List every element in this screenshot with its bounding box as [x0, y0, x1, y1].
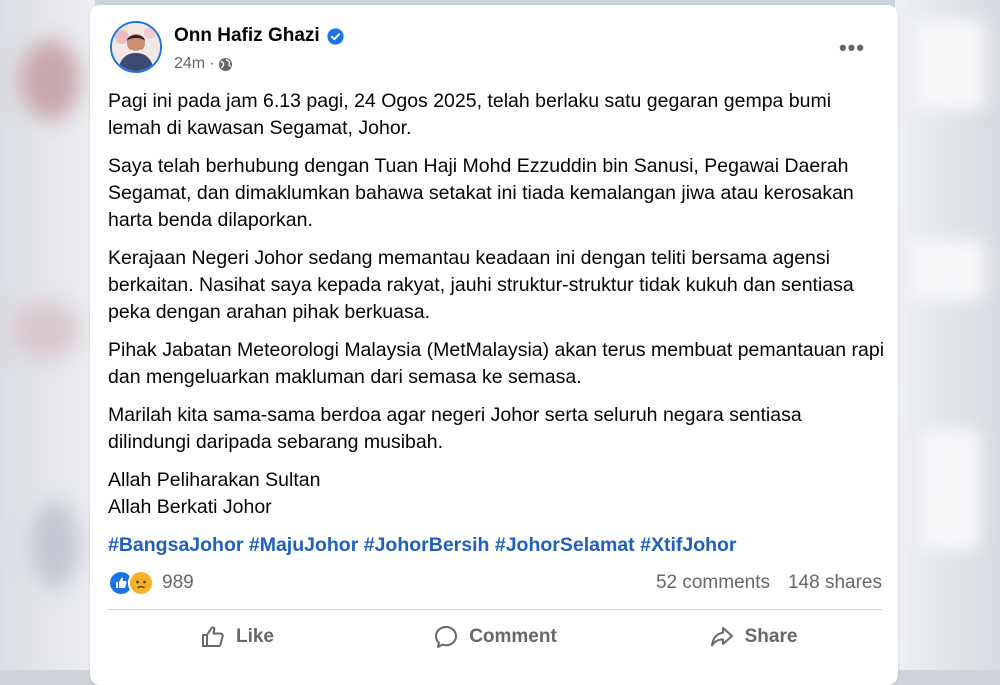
post-header: Onn Hafiz Ghazi 24m · •••	[110, 19, 878, 79]
post-actions: Like Comment Share	[108, 615, 882, 659]
comments-count-link[interactable]: 52 comments	[656, 572, 770, 594]
post-paragraph: Saya telah berhubung dengan Tuan Haji Mo…	[108, 155, 854, 231]
hashtag-link[interactable]: #MajuJohor	[249, 534, 358, 556]
comment-share-counts: 52 comments 148 shares	[656, 572, 882, 594]
more-options-button[interactable]: •••	[832, 33, 872, 63]
post-paragraph: Pihak Jabatan Meteorologi Malaysia (MetM…	[108, 339, 885, 388]
comment-button[interactable]: Comment	[375, 617, 615, 657]
closing-line: Allah Berkati Johor	[108, 496, 272, 518]
background-smudge	[920, 430, 980, 550]
verified-badge-icon	[327, 27, 344, 45]
post-timestamp[interactable]: 24m	[174, 55, 205, 73]
share-arrow-icon	[709, 624, 735, 650]
closing-line: Allah Peliharakan Sultan	[108, 469, 321, 491]
more-options-icon: •••	[838, 35, 866, 60]
hashtag-link[interactable]: #JohorBersih	[364, 534, 490, 556]
background-smudge	[30, 500, 80, 590]
sad-icon	[128, 570, 154, 596]
reactions-summary[interactable]: 989	[108, 570, 194, 596]
avatar-image	[112, 23, 160, 71]
hashtag-row: #BangsaJohor #MajuJohor #JohorBersih #Jo…	[108, 534, 737, 557]
like-label: Like	[235, 626, 275, 647]
post-closing: Allah Peliharakan Sultan Allah Berkati J…	[108, 467, 888, 521]
hashtag-link[interactable]: #XtifJohor	[640, 534, 736, 556]
author-name[interactable]: Onn Hafiz Ghazi	[174, 25, 320, 47]
avatar[interactable]	[110, 21, 162, 73]
shares-count-link[interactable]: 148 shares	[788, 572, 882, 594]
background-right	[895, 0, 1000, 670]
reaction-count: 989	[162, 572, 194, 593]
post-paragraph: Kerajaan Negeri Johor sedang memantau ke…	[108, 247, 854, 323]
author-row: Onn Hafiz Ghazi	[174, 25, 344, 47]
background-smudge	[915, 20, 985, 110]
like-button[interactable]: Like	[117, 617, 357, 657]
background-left	[0, 0, 95, 670]
hashtag-link[interactable]: #BangsaJohor	[108, 534, 243, 556]
engagement-stats: 989 52 comments 148 shares	[108, 569, 882, 597]
post-text: Pagi ini pada jam 6.13 pagi, 24 Ogos 202…	[108, 88, 888, 521]
globe-icon	[218, 57, 233, 72]
share-button[interactable]: Share	[633, 617, 873, 657]
background-smudge	[910, 240, 985, 300]
thumbs-up-icon	[200, 624, 226, 650]
post-paragraph: Pagi ini pada jam 6.13 pagi, 24 Ogos 202…	[108, 90, 832, 139]
hashtag-link[interactable]: #JohorSelamat	[495, 534, 635, 556]
post-card: Onn Hafiz Ghazi 24m · ••• Pagi ini pada …	[90, 5, 898, 685]
background-smudge	[10, 300, 80, 360]
meta-separator: ·	[209, 55, 215, 72]
post-paragraph: Marilah kita sama-sama berdoa agar neger…	[108, 404, 802, 453]
post-meta: 24m ·	[174, 55, 233, 73]
background-smudge	[20, 40, 80, 120]
actions-divider	[108, 609, 882, 610]
share-label: Share	[744, 626, 798, 647]
comment-bubble-icon	[433, 624, 459, 650]
comment-label: Comment	[469, 626, 557, 647]
